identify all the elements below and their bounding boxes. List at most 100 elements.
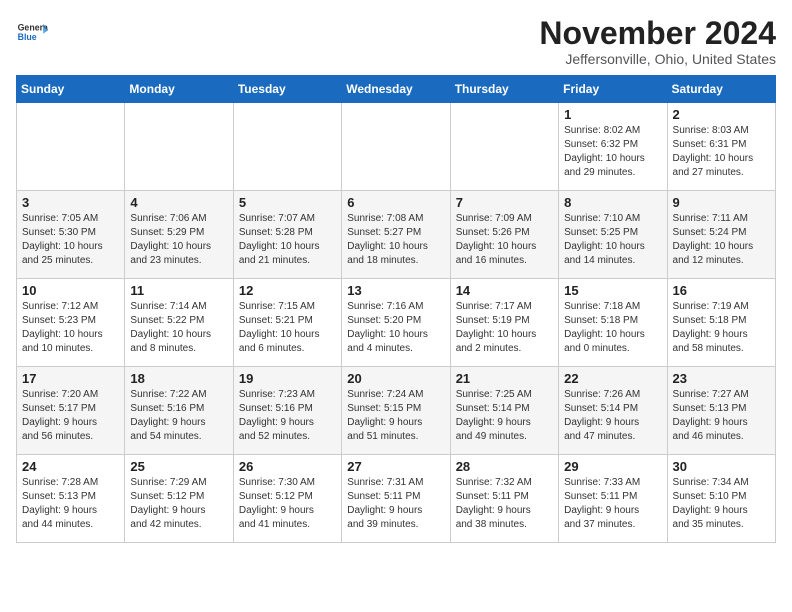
day-number: 15 [564,283,661,298]
calendar-cell: 4 Sunrise: 7:06 AM Sunset: 5:29 PM Daylig… [125,191,233,279]
calendar-cell: 25 Sunrise: 7:29 AM Sunset: 5:12 PM Dayli… [125,455,233,543]
calendar-cell: 18 Sunrise: 7:22 AM Sunset: 5:16 PM Dayli… [125,367,233,455]
title-area: November 2024 Jeffersonville, Ohio, Unit… [539,16,776,67]
calendar-cell [450,103,558,191]
day-info: Sunrise: 7:22 AM Sunset: 5:16 PM Dayligh… [130,388,227,444]
calendar-cell: 30 Sunrise: 7:34 AM Sunset: 5:10 PM Dayli… [667,455,775,543]
calendar-cell [125,103,233,191]
day-number: 23 [673,371,770,386]
day-info: Sunrise: 7:30 AM Sunset: 5:12 PM Dayligh… [239,476,336,532]
month-title: November 2024 [539,16,776,51]
day-info: Sunrise: 7:10 AM Sunset: 5:25 PM Dayligh… [564,212,661,268]
logo-icon: General Blue [16,16,48,48]
svg-text:Blue: Blue [18,32,37,42]
calendar-cell [233,103,341,191]
day-info: Sunrise: 7:09 AM Sunset: 5:26 PM Dayligh… [456,212,553,268]
calendar-cell: 12 Sunrise: 7:15 AM Sunset: 5:21 PM Dayli… [233,279,341,367]
calendar-cell: 8Sunrise: 7:10 AM Sunset: 5:25 PM Daylig… [559,191,667,279]
day-number: 24 [22,459,119,474]
day-number: 9 [673,195,770,210]
day-info: Sunrise: 7:34 AM Sunset: 5:10 PM Dayligh… [673,476,770,532]
logo: General Blue [16,16,48,48]
week-row-2: 3 Sunrise: 7:05 AM Sunset: 5:30 PM Daylig… [17,191,776,279]
calendar-table: SundayMondayTuesdayWednesdayThursdayFrid… [16,75,776,543]
weekday-header-monday: Monday [125,76,233,103]
day-number: 4 [130,195,227,210]
day-info: Sunrise: 7:25 AM Sunset: 5:14 PM Dayligh… [456,388,553,444]
day-number: 22 [564,371,661,386]
weekday-header-thursday: Thursday [450,76,558,103]
calendar-cell: 28 Sunrise: 7:32 AM Sunset: 5:11 PM Dayli… [450,455,558,543]
calendar-cell: 5Sunrise: 7:07 AM Sunset: 5:28 PM Daylig… [233,191,341,279]
calendar-cell: 9Sunrise: 7:11 AM Sunset: 5:24 PM Daylig… [667,191,775,279]
weekday-header-friday: Friday [559,76,667,103]
day-info: Sunrise: 7:05 AM Sunset: 5:30 PM Dayligh… [22,212,119,268]
calendar-cell: 23 Sunrise: 7:27 AM Sunset: 5:13 PM Dayli… [667,367,775,455]
day-info: Sunrise: 7:06 AM Sunset: 5:29 PM Dayligh… [130,212,227,268]
day-number: 26 [239,459,336,474]
day-info: Sunrise: 7:14 AM Sunset: 5:22 PM Dayligh… [130,300,227,356]
calendar-cell: 7Sunrise: 7:09 AM Sunset: 5:26 PM Daylig… [450,191,558,279]
day-number: 12 [239,283,336,298]
day-number: 13 [347,283,444,298]
day-number: 25 [130,459,227,474]
calendar-cell [342,103,450,191]
calendar-cell: 11 Sunrise: 7:14 AM Sunset: 5:22 PM Dayli… [125,279,233,367]
weekday-header-sunday: Sunday [17,76,125,103]
calendar-cell: 1 Sunrise: 8:02 AM Sunset: 6:32 PM Daylig… [559,103,667,191]
day-info: Sunrise: 7:18 AM Sunset: 5:18 PM Dayligh… [564,300,661,356]
day-number: 30 [673,459,770,474]
day-info: Sunrise: 7:27 AM Sunset: 5:13 PM Dayligh… [673,388,770,444]
calendar-cell: 13 Sunrise: 7:16 AM Sunset: 5:20 PM Dayli… [342,279,450,367]
day-info: Sunrise: 7:08 AM Sunset: 5:27 PM Dayligh… [347,212,444,268]
day-number: 16 [673,283,770,298]
day-number: 2 [673,107,770,122]
calendar-cell: 3 Sunrise: 7:05 AM Sunset: 5:30 PM Daylig… [17,191,125,279]
calendar-cell: 10 Sunrise: 7:12 AM Sunset: 5:23 PM Dayli… [17,279,125,367]
day-info: Sunrise: 7:23 AM Sunset: 5:16 PM Dayligh… [239,388,336,444]
day-info: Sunrise: 7:29 AM Sunset: 5:12 PM Dayligh… [130,476,227,532]
day-info: Sunrise: 8:03 AM Sunset: 6:31 PM Dayligh… [673,124,770,180]
day-number: 6 [347,195,444,210]
day-info: Sunrise: 7:33 AM Sunset: 5:11 PM Dayligh… [564,476,661,532]
day-number: 29 [564,459,661,474]
week-row-1: 1 Sunrise: 8:02 AM Sunset: 6:32 PM Daylig… [17,103,776,191]
calendar-cell: 2 Sunrise: 8:03 AM Sunset: 6:31 PM Daylig… [667,103,775,191]
week-row-5: 24 Sunrise: 7:28 AM Sunset: 5:13 PM Dayli… [17,455,776,543]
calendar-cell: 21 Sunrise: 7:25 AM Sunset: 5:14 PM Dayli… [450,367,558,455]
day-info: Sunrise: 7:19 AM Sunset: 5:18 PM Dayligh… [673,300,770,356]
calendar-cell: 24 Sunrise: 7:28 AM Sunset: 5:13 PM Dayli… [17,455,125,543]
day-number: 11 [130,283,227,298]
day-info: Sunrise: 7:16 AM Sunset: 5:20 PM Dayligh… [347,300,444,356]
weekday-header-wednesday: Wednesday [342,76,450,103]
day-number: 19 [239,371,336,386]
day-number: 28 [456,459,553,474]
day-number: 18 [130,371,227,386]
weekday-header-row: SundayMondayTuesdayWednesdayThursdayFrid… [17,76,776,103]
day-info: Sunrise: 8:02 AM Sunset: 6:32 PM Dayligh… [564,124,661,180]
day-number: 10 [22,283,119,298]
calendar-cell: 6 Sunrise: 7:08 AM Sunset: 5:27 PM Daylig… [342,191,450,279]
location-subtitle: Jeffersonville, Ohio, United States [539,51,776,67]
weekday-header-saturday: Saturday [667,76,775,103]
calendar-cell: 20Sunrise: 7:24 AM Sunset: 5:15 PM Dayli… [342,367,450,455]
day-number: 21 [456,371,553,386]
calendar-cell: 16 Sunrise: 7:19 AM Sunset: 5:18 PM Dayli… [667,279,775,367]
day-info: Sunrise: 7:15 AM Sunset: 5:21 PM Dayligh… [239,300,336,356]
day-number: 1 [564,107,661,122]
day-info: Sunrise: 7:28 AM Sunset: 5:13 PM Dayligh… [22,476,119,532]
day-info: Sunrise: 7:12 AM Sunset: 5:23 PM Dayligh… [22,300,119,356]
day-info: Sunrise: 7:20 AM Sunset: 5:17 PM Dayligh… [22,388,119,444]
day-number: 20 [347,371,444,386]
day-info: Sunrise: 7:17 AM Sunset: 5:19 PM Dayligh… [456,300,553,356]
calendar-cell: 27Sunrise: 7:31 AM Sunset: 5:11 PM Dayli… [342,455,450,543]
calendar-cell: 19 Sunrise: 7:23 AM Sunset: 5:16 PM Dayli… [233,367,341,455]
calendar-cell: 15 Sunrise: 7:18 AM Sunset: 5:18 PM Dayli… [559,279,667,367]
calendar-cell: 14Sunrise: 7:17 AM Sunset: 5:19 PM Dayli… [450,279,558,367]
day-number: 3 [22,195,119,210]
calendar-cell: 17Sunrise: 7:20 AM Sunset: 5:17 PM Dayli… [17,367,125,455]
day-info: Sunrise: 7:32 AM Sunset: 5:11 PM Dayligh… [456,476,553,532]
calendar-cell: 26 Sunrise: 7:30 AM Sunset: 5:12 PM Dayli… [233,455,341,543]
calendar-cell: 22Sunrise: 7:26 AM Sunset: 5:14 PM Dayli… [559,367,667,455]
day-number: 5 [239,195,336,210]
